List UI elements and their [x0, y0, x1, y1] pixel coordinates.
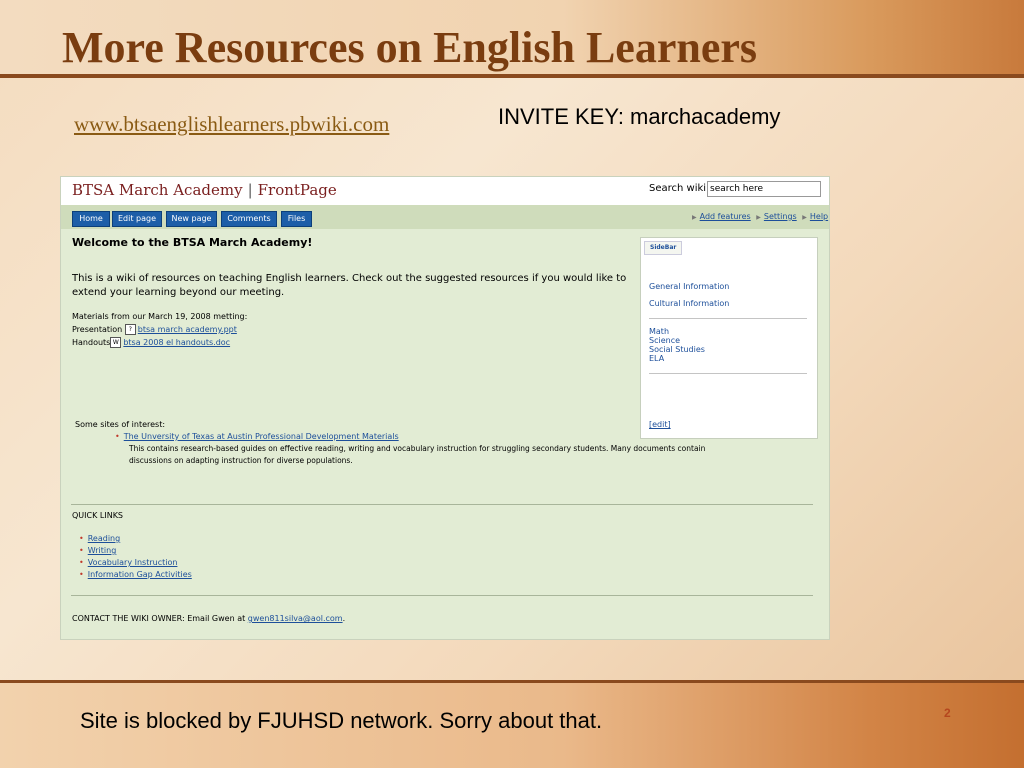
contact-row: CONTACT THE WIKI OWNER: Email Gwen at gw… — [72, 614, 345, 623]
handouts-file-link[interactable]: btsa 2008 el handouts.doc — [123, 338, 230, 347]
vocabulary-link[interactable]: Vocabulary Instruction — [88, 558, 178, 567]
quick-link-item: • Writing — [79, 546, 116, 555]
sidebar-item-math[interactable]: Math — [649, 327, 669, 336]
site-description: This contains research-based guides on e… — [129, 444, 706, 465]
wiki-title: BTSA March Academy | FrontPage — [72, 181, 337, 199]
quick-link-item: • Reading — [79, 534, 120, 543]
bullet-icon: • — [79, 570, 84, 579]
sidebar-item-general[interactable]: General Information — [649, 282, 729, 291]
wiki-screenshot: BTSA March Academy | FrontPage Search wiki… — [60, 176, 830, 640]
writing-link[interactable]: Writing — [88, 546, 117, 555]
presentation-row: Presentation ? btsa march academy.ppt — [72, 324, 237, 335]
title-separator: | — [247, 181, 253, 199]
sidebar-item-cultural[interactable]: Cultural Information — [649, 299, 729, 308]
contact-email-link[interactable]: gwen811silva@aol.com — [248, 614, 343, 623]
presentation-file-link[interactable]: btsa march academy.ppt — [138, 325, 237, 334]
help-link[interactable]: Help — [810, 212, 828, 221]
ut-austin-link[interactable]: The Unversity of Texas at Austin Profess… — [124, 432, 399, 441]
doc-file-icon: W — [110, 337, 122, 348]
nav-files-button[interactable]: Files — [281, 211, 312, 227]
wiki-sidebar: SideBar General Information Cultural Inf… — [640, 237, 818, 439]
settings-link[interactable]: Settings — [764, 212, 797, 221]
footer-note: Site is blocked by FJUHSD network. Sorry… — [80, 708, 603, 733]
quick-link-item: • Vocabulary Instruction — [79, 558, 177, 567]
bullet-icon: • — [79, 558, 84, 567]
top-links: ▶ Add features ▶ Settings ▶ Help — [689, 212, 828, 221]
nav-new-page-button[interactable]: New page — [166, 211, 217, 227]
welcome-heading: Welcome to the BTSA March Academy! — [72, 236, 313, 249]
sidebar-edit-link[interactable]: [edit] — [649, 420, 671, 429]
wiki-site-name[interactable]: BTSA March Academy — [72, 181, 243, 199]
presentation-label: Presentation — [72, 325, 123, 334]
triangle-icon: ▶ — [802, 214, 807, 221]
sidebar-item-ela[interactable]: ELA — [649, 354, 664, 363]
handouts-row: Handouts Wbtsa 2008 el handouts.doc — [72, 337, 230, 348]
invite-key: INVITE KEY: marchacademy — [498, 104, 781, 129]
site-list-item: • The Unversity of Texas at Austin Profes… — [115, 432, 399, 441]
triangle-icon: ▶ — [756, 214, 761, 221]
divider — [71, 504, 813, 505]
ppt-file-icon: ? — [124, 324, 136, 335]
nav-comments-button[interactable]: Comments — [221, 211, 277, 227]
nav-home-button[interactable]: Home — [72, 211, 110, 227]
bullet-icon: • — [79, 534, 84, 543]
quick-link-item: • Information Gap Activities — [79, 570, 192, 579]
handouts-label: Handouts — [72, 338, 111, 347]
search-label: Search wiki: — [649, 183, 710, 194]
quick-links-heading: QUICK LINKS — [72, 511, 124, 520]
bullet-icon: • — [79, 546, 84, 555]
contact-text: CONTACT THE WIKI OWNER: Email Gwen at — [72, 614, 246, 623]
add-features-link[interactable]: Add features — [700, 212, 751, 221]
page-number: 2 — [944, 706, 951, 720]
sidebar-item-social-studies[interactable]: Social Studies — [649, 345, 705, 354]
search-input[interactable] — [707, 181, 821, 197]
divider — [71, 595, 813, 596]
contact-end: . — [342, 614, 346, 623]
nav-edit-page-button[interactable]: Edit page — [112, 211, 162, 227]
sites-heading: Some sites of interest: — [75, 420, 166, 429]
triangle-icon: ▶ — [692, 214, 697, 221]
slide-title: More Resources on English Learners — [62, 23, 757, 72]
reading-link[interactable]: Reading — [88, 534, 120, 543]
wiki-page-name: FrontPage — [257, 181, 337, 199]
title-rule — [0, 74, 1024, 78]
sidebar-tab[interactable]: SideBar — [644, 241, 683, 255]
footer-rule — [0, 680, 1024, 683]
sidebar-divider — [649, 318, 807, 319]
intro-text: This is a wiki of resources on teaching … — [72, 273, 627, 298]
bullet-icon: • — [115, 432, 120, 441]
info-gap-link[interactable]: Information Gap Activities — [88, 570, 192, 579]
wiki-url-link[interactable]: www.btsaenglishlearners.pbwiki.com — [74, 112, 389, 137]
sidebar-divider — [649, 373, 807, 374]
sidebar-item-science[interactable]: Science — [649, 336, 680, 345]
materials-heading: Materials from our March 19, 2008 mettin… — [72, 312, 248, 321]
